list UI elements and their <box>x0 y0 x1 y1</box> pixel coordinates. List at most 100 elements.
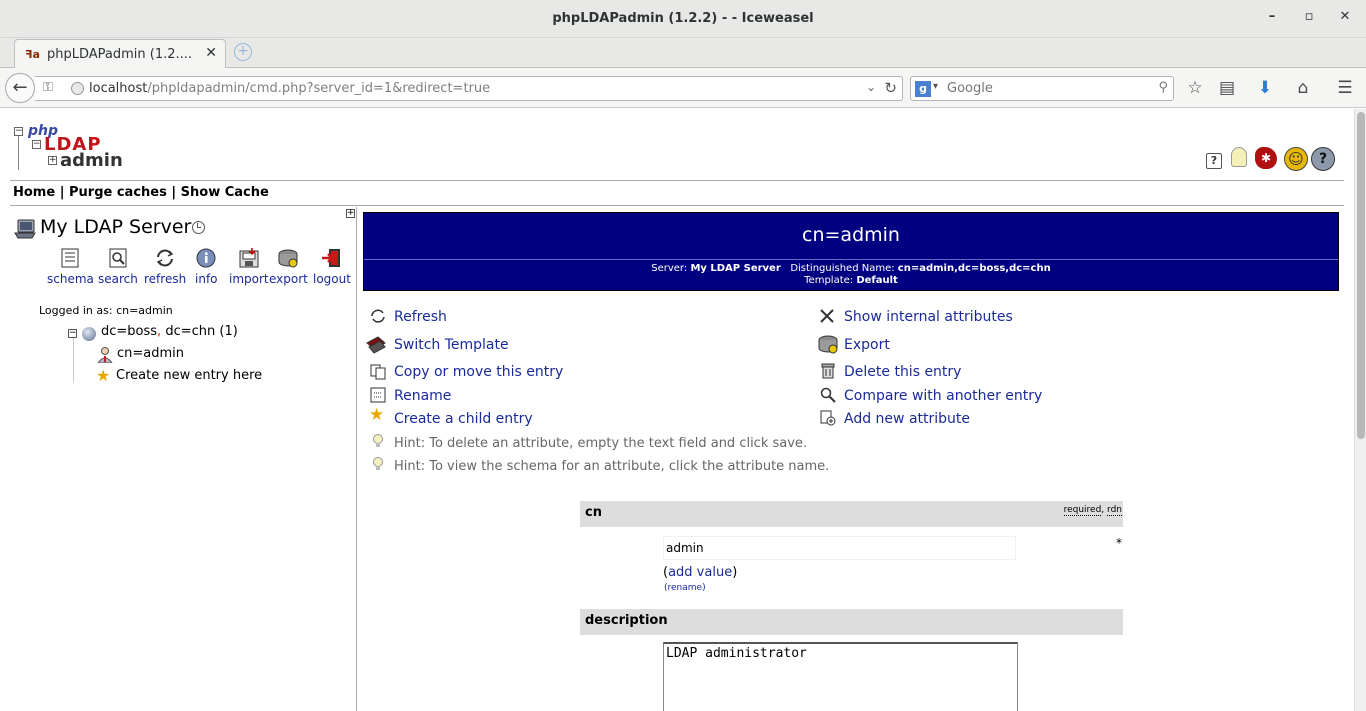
engine-dropdown-icon[interactable]: ▾ <box>933 81 938 92</box>
tool-logout[interactable]: logout <box>313 247 351 286</box>
tree-line <box>73 338 74 382</box>
export-icon <box>818 335 838 354</box>
attribute-name-description[interactable]: description <box>585 613 668 628</box>
tool-refresh[interactable]: refresh <box>144 247 186 286</box>
entry-title: cn=admin <box>802 224 900 246</box>
required-flag: required <box>1063 505 1102 516</box>
home-icon[interactable]: ⌂ <box>1292 78 1314 100</box>
bug-icon[interactable]: ✱ <box>1255 147 1277 169</box>
search-bar[interactable]: g ▾ ⚲ <box>910 76 1174 101</box>
switch-template-icon <box>366 336 386 354</box>
tab-label: phpLDAPadmin (1.2.... <box>47 47 193 62</box>
tab-close-icon[interactable]: ✕ <box>205 45 217 61</box>
tree-root-dc2: dc=chn (1) <box>161 324 238 339</box>
add-attribute-link[interactable]: Add new attribute <box>844 411 970 427</box>
search-icon[interactable]: ⚲ <box>1158 80 1168 95</box>
address-host: localhost <box>89 81 148 96</box>
copy-icon <box>370 364 386 380</box>
compare-icon <box>820 387 836 403</box>
lightbulb-icon <box>373 434 383 447</box>
home-link[interactable]: Home <box>13 185 55 200</box>
hint-view-schema: Hint: To view the schema for an attribut… <box>394 459 830 474</box>
rename-link[interactable]: Rename <box>394 388 451 404</box>
export-link[interactable]: Export <box>844 337 890 353</box>
logo-admin: admin <box>60 150 123 171</box>
domain-globe-icon <box>82 327 96 341</box>
history-dropdown-icon[interactable]: ⌄ <box>866 80 876 94</box>
address-url[interactable]: localhost/phpldapadmin/cmd.php?server_id… <box>89 81 490 96</box>
create-child-link[interactable]: Create a child entry <box>394 411 533 427</box>
smiley-icon[interactable]: ☺ <box>1284 147 1308 171</box>
purge-caches-link[interactable]: Purge caches <box>69 185 167 200</box>
clock-icon[interactable] <box>192 221 205 234</box>
help-bubble-icon[interactable]: ? <box>1206 153 1222 169</box>
trash-icon <box>821 363 835 379</box>
server-name[interactable]: My LDAP Server <box>40 216 191 238</box>
expand-panel-icon[interactable]: + <box>346 209 355 218</box>
show-cache-link[interactable]: Show Cache <box>181 185 269 200</box>
reload-icon[interactable]: ↻ <box>884 79 897 97</box>
google-engine-icon[interactable]: g <box>915 81 931 97</box>
schema-icon <box>61 248 79 268</box>
scrollbar-thumb[interactable] <box>1357 112 1365 439</box>
attribute-name-cn[interactable]: cn <box>585 505 602 520</box>
attribute-header-description: description <box>580 609 1123 635</box>
dn-value: cn=admin,dc=boss,dc=chn <box>897 263 1051 274</box>
tab-bar: ꟻa phpLDAPadmin (1.2.... ✕ + <box>0 38 1366 69</box>
window-titlebar: phpLDAPadmin (1.2.2) - - Iceweasel – ▫ ✕ <box>0 0 1366 38</box>
add-value-link[interactable]: add value <box>668 565 732 580</box>
tool-label: import <box>229 272 269 286</box>
tool-schema[interactable]: schema <box>47 247 94 286</box>
new-tab-icon[interactable]: + <box>234 43 252 61</box>
tool-import[interactable]: import <box>229 247 269 286</box>
info-icon <box>196 248 216 268</box>
lightbulb-icon[interactable] <box>1231 147 1247 167</box>
maximize-button[interactable]: ▫ <box>1298 9 1320 29</box>
rdn-flag: rdn <box>1107 505 1122 516</box>
window-title: phpLDAPadmin (1.2.2) - - Iceweasel <box>552 11 814 26</box>
help-icon[interactable]: ? <box>1311 147 1335 171</box>
compare-entry-link[interactable]: Compare with another entry <box>844 388 1042 404</box>
logo-collapse-box-icon: − <box>32 139 41 149</box>
tool-info[interactable]: info <box>195 247 218 286</box>
tool-search[interactable]: search <box>98 247 138 286</box>
collapse-tree-icon[interactable]: − <box>68 329 77 338</box>
close-window-button[interactable]: ✕ <box>1334 9 1356 29</box>
tree-child-entry[interactable]: cn=admin <box>117 346 184 361</box>
switch-template-link[interactable]: Switch Template <box>394 337 509 353</box>
lightbulb-icon <box>373 457 383 470</box>
back-arrow-icon: ← <box>12 77 28 98</box>
page-content: − php − LDAP + admin ? ✱ ☺ ? Home | Purg… <box>0 109 1354 711</box>
identity-key-icon[interactable]: ⚿ <box>43 80 53 95</box>
bookmark-star-icon[interactable]: ☆ <box>1184 78 1206 100</box>
tab-phpldapadmin[interactable]: ꟻa phpLDAPadmin (1.2.... ✕ <box>14 39 226 69</box>
create-new-entry-link[interactable]: Create new entry here <box>116 368 262 383</box>
star-icon: ★ <box>96 366 111 385</box>
divider <box>10 205 1344 206</box>
menu-icon[interactable]: ☰ <box>1334 78 1356 100</box>
downloads-icon[interactable]: ⬇ <box>1254 78 1276 100</box>
tool-label: search <box>98 272 138 286</box>
logo-collapse-box-icon: − <box>14 126 23 136</box>
rename-attribute-link[interactable]: (rename) <box>664 583 706 593</box>
address-bar[interactable]: ⚿ localhost/phpldapadmin/cmd.php?server_… <box>35 76 903 101</box>
show-internal-attributes-link[interactable]: Show internal attributes <box>844 309 1013 325</box>
back-button[interactable]: ← <box>5 73 35 103</box>
copy-move-link[interactable]: Copy or move this entry <box>394 364 563 380</box>
delete-entry-link[interactable]: Delete this entry <box>844 364 961 380</box>
header-divider <box>364 259 1338 260</box>
bookmarks-list-icon[interactable]: ▤ <box>1216 78 1238 100</box>
attribute-flags: required, rdn <box>1063 505 1122 516</box>
server-label: Server: <box>651 263 688 274</box>
search-icon <box>109 248 127 268</box>
rename-icon <box>370 387 386 403</box>
page-scrollbar[interactable] <box>1354 109 1366 711</box>
tree-root-entry[interactable]: dc=boss, dc=chn (1) <box>101 324 238 339</box>
tool-export[interactable]: export <box>269 247 308 286</box>
cn-value-input[interactable] <box>663 536 1016 560</box>
search-input[interactable] <box>947 79 1147 98</box>
minimize-button[interactable]: – <box>1261 9 1283 29</box>
phpldapadmin-logo[interactable]: − php − LDAP + admin <box>14 123 124 171</box>
description-textarea[interactable]: LDAP administrator <box>663 642 1018 711</box>
refresh-link[interactable]: Refresh <box>394 309 447 325</box>
